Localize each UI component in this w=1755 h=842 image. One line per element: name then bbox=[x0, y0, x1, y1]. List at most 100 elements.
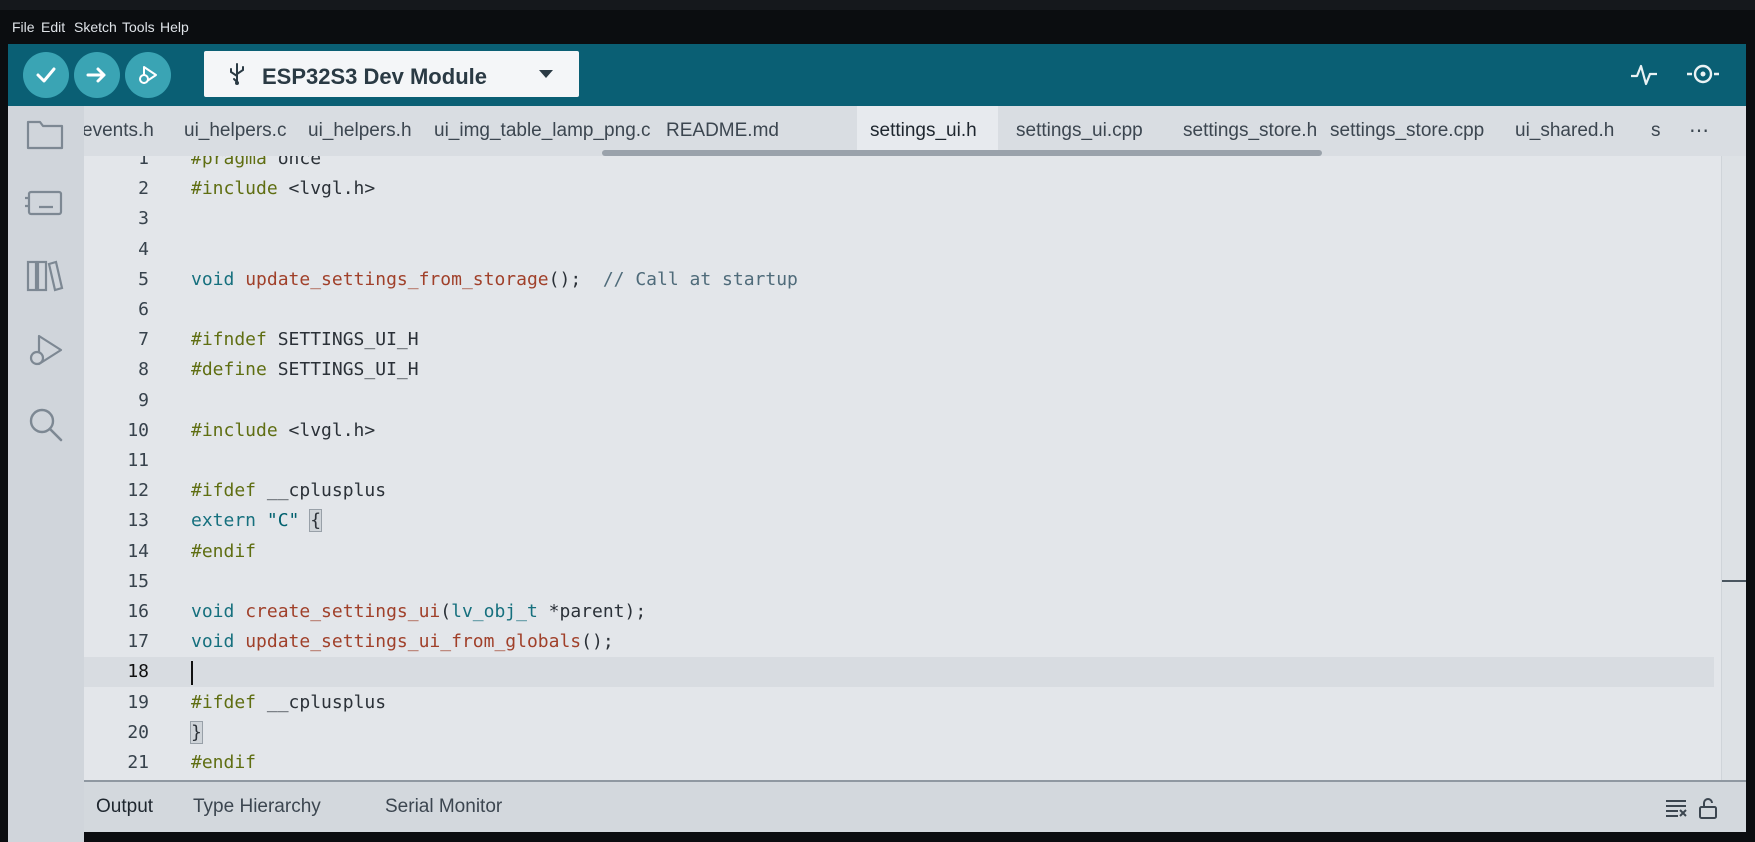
toolbar: ESP32S3 Dev Module bbox=[8, 44, 1746, 106]
line-number: 8 bbox=[138, 359, 149, 381]
line-number: 16 bbox=[127, 601, 149, 622]
lock-icon[interactable] bbox=[1696, 796, 1720, 820]
line-number: 2 bbox=[138, 178, 149, 200]
line-number: 4 bbox=[138, 238, 149, 260]
tab-settings-store-h[interactable]: settings_store.h bbox=[1183, 120, 1317, 142]
debug-button[interactable] bbox=[125, 52, 171, 98]
more-tabs-icon[interactable]: ⋯ bbox=[1689, 118, 1709, 143]
code-line[interactable]: 19 #ifdef __cplusplus bbox=[84, 688, 1714, 718]
board-manager-icon[interactable] bbox=[23, 180, 67, 224]
serial-plotter-icon[interactable] bbox=[1628, 58, 1660, 90]
code-line[interactable]: 20} bbox=[84, 718, 1714, 748]
tab-settings-ui-h[interactable]: settings_ui.h bbox=[870, 120, 977, 142]
line-number: 7 bbox=[138, 329, 149, 351]
editor-scrollbar[interactable] bbox=[1721, 156, 1746, 780]
code-line[interactable]: 5 void update_settings_from_storage(); //… bbox=[84, 265, 1714, 295]
debug-icon bbox=[139, 66, 157, 84]
line-number: 13 bbox=[127, 510, 149, 532]
line-number: 3 bbox=[138, 208, 149, 230]
menu-bar: File Edit Sketch Tools Help bbox=[0, 10, 1755, 44]
code-line[interactable]: 13 extern "C" { bbox=[84, 506, 1714, 536]
library-icon[interactable] bbox=[23, 254, 67, 298]
code-text: #define SETTINGS_UI_H bbox=[191, 359, 419, 381]
code-line[interactable]: 1 #pragma once bbox=[84, 156, 1714, 174]
chevron-down-icon[interactable] bbox=[539, 70, 553, 78]
code-line[interactable]: 10 #include <lvgl.h> bbox=[84, 416, 1714, 446]
code-text: void update_settings_ui_from_globals(); bbox=[191, 631, 614, 653]
code-text: #include <lvgl.h> bbox=[191, 178, 376, 200]
menu-tools[interactable]: Tools bbox=[122, 19, 155, 35]
tab-output[interactable]: Output bbox=[96, 796, 153, 818]
board-name: ESP32S3 Dev Module bbox=[262, 64, 487, 89]
line-number: 15 bbox=[127, 570, 149, 592]
code-line[interactable]: 6 bbox=[84, 295, 1714, 325]
tab-ui-shared-h[interactable]: ui_shared.h bbox=[1515, 120, 1614, 142]
upload-button[interactable] bbox=[74, 52, 120, 98]
menu-edit[interactable]: Edit bbox=[41, 19, 65, 35]
code-text: void update_settings_from_storage(); // … bbox=[191, 268, 798, 290]
line-number: 17 bbox=[127, 631, 149, 653]
line-number: 9 bbox=[138, 389, 149, 411]
tab-ui-helpers-c[interactable]: ui_helpers.c bbox=[184, 120, 286, 142]
code-line[interactable]: 7 #ifndef SETTINGS_UI_H bbox=[84, 325, 1714, 355]
code-text: #pragma once bbox=[191, 156, 322, 169]
tab-ui-img-table-lamp[interactable]: ui_img_table_lamp_png.c bbox=[434, 120, 651, 142]
code-line[interactable]: 9 bbox=[84, 386, 1714, 416]
usb-icon bbox=[230, 63, 244, 85]
line-number: 11 bbox=[127, 450, 149, 471]
code-line[interactable]: 3 bbox=[84, 204, 1714, 234]
search-icon[interactable] bbox=[23, 402, 67, 446]
text-cursor bbox=[191, 661, 193, 686]
menu-sketch[interactable]: Sketch bbox=[74, 19, 117, 35]
file-tabs: events.h ui_helpers.c ui_helpers.h ui_im… bbox=[84, 106, 1746, 156]
menu-help[interactable]: Help bbox=[160, 19, 189, 35]
code-text: extern "C" { bbox=[191, 509, 323, 533]
code-line[interactable]: 4 bbox=[84, 235, 1714, 265]
code-text: #ifdef __cplusplus bbox=[191, 691, 387, 713]
code-line[interactable]: 12 #ifdef __cplusplus bbox=[84, 476, 1714, 506]
code-line[interactable]: 17 void update_settings_ui_from_globals()… bbox=[84, 627, 1714, 657]
menu-file[interactable]: File bbox=[12, 19, 35, 35]
debug-sidebar-icon[interactable] bbox=[23, 328, 67, 372]
line-number: 14 bbox=[127, 540, 149, 562]
tab-readme[interactable]: README.md bbox=[666, 120, 779, 142]
code-line[interactable]: 21 #endif bbox=[84, 748, 1714, 778]
bottom-panel: Output Type Hierarchy Serial Monitor bbox=[84, 780, 1746, 834]
window-bottom-edge bbox=[84, 832, 1746, 842]
board-selector[interactable]: ESP32S3 Dev Module bbox=[204, 51, 579, 97]
line-number: 12 bbox=[127, 480, 149, 502]
line-number: 18 bbox=[127, 661, 149, 683]
code-text: #include <lvgl.h> bbox=[191, 419, 376, 441]
arrow-right-icon bbox=[86, 67, 106, 83]
tab-settings-ui-cpp[interactable]: settings_ui.cpp bbox=[1016, 120, 1143, 142]
serial-monitor-icon[interactable] bbox=[1685, 58, 1721, 90]
line-number: 1 bbox=[138, 156, 149, 169]
folder-icon[interactable] bbox=[23, 112, 67, 156]
scroll-marker bbox=[1722, 580, 1746, 582]
code-line[interactable]: 18 bbox=[84, 657, 1714, 688]
code-line[interactable]: 14 #endif bbox=[84, 537, 1714, 567]
activity-sidebar bbox=[8, 106, 84, 842]
code-line[interactable]: 2 #include <lvgl.h> bbox=[84, 174, 1714, 204]
line-number: 21 bbox=[127, 752, 149, 773]
code-line[interactable]: 15 bbox=[84, 567, 1714, 597]
code-line[interactable]: 8 #define SETTINGS_UI_H bbox=[84, 355, 1714, 385]
code-text: #ifdef __cplusplus bbox=[191, 480, 387, 502]
tab-truncated[interactable]: s bbox=[1651, 120, 1661, 142]
verify-button[interactable] bbox=[23, 52, 69, 98]
tab-ui-helpers-h[interactable]: ui_helpers.h bbox=[308, 120, 412, 142]
tab-settings-store-cpp[interactable]: settings_store.cpp bbox=[1330, 120, 1484, 142]
code-text: void create_settings_ui(lv_obj_t *parent… bbox=[191, 601, 647, 622]
code-text: } bbox=[190, 720, 203, 744]
code-line[interactable]: 16 void create_settings_ui(lv_obj_t *pare… bbox=[84, 597, 1714, 627]
code-text: #endif bbox=[191, 540, 257, 562]
clear-output-icon[interactable] bbox=[1664, 796, 1688, 820]
check-icon bbox=[36, 67, 56, 83]
tab-serial-monitor[interactable]: Serial Monitor bbox=[385, 796, 502, 818]
tab-events-h[interactable]: events.h bbox=[84, 120, 154, 142]
code-line[interactable]: 11 bbox=[84, 446, 1714, 476]
line-number: 19 bbox=[127, 691, 149, 713]
line-number: 5 bbox=[138, 268, 149, 290]
code-editor[interactable]: 1 #pragma once 2 #include <lvgl.h> 3 4 5 void u… bbox=[84, 156, 1746, 780]
tab-type-hierarchy[interactable]: Type Hierarchy bbox=[193, 796, 321, 818]
